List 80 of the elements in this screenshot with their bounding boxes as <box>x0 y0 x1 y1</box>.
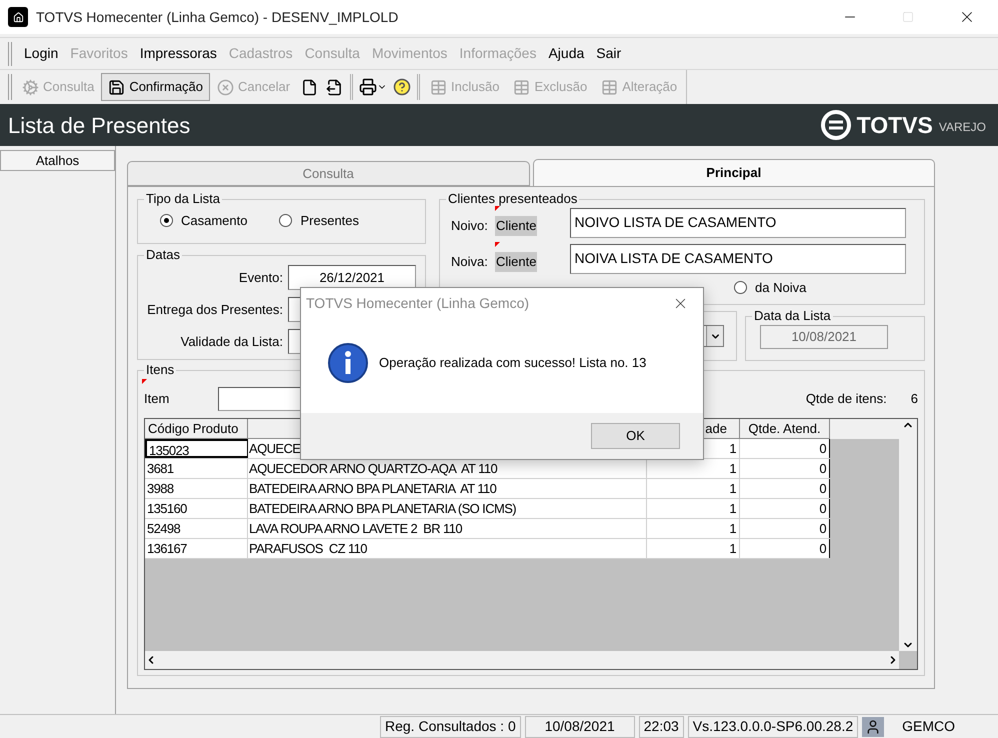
window-title: TOTVS Homecenter (Linha Gemco) - DESENV_IMPLOLD <box>36 8 398 27</box>
tab[interactable]: Consulta <box>127 161 530 186</box>
item-count: 6 <box>910 390 918 408</box>
count-label: Qtde de itens: <box>806 390 887 408</box>
table-cell: 1 <box>647 519 740 538</box>
table-cell: 0 <box>740 519 830 538</box>
field-label: Noivo: <box>451 217 489 236</box>
radio-button[interactable] <box>160 214 173 228</box>
status-text: GEMCO <box>901 717 956 736</box>
field-label: Entrega dos Presentes: <box>146 300 284 319</box>
group-label: Datas <box>145 248 181 262</box>
logo-name: TOTVS <box>856 110 933 140</box>
tab[interactable]: Principal <box>532 159 935 186</box>
radio-label: da Noiva <box>755 279 806 297</box>
table-cell: 0 <box>740 479 830 498</box>
document-export-icon <box>326 78 344 96</box>
status-text: 22:03 <box>638 716 684 738</box>
table-cell: BATEDEIRA ARNO BPA PLANETARIA AT 110 <box>248 479 647 498</box>
group-label: Itens <box>145 363 176 377</box>
radio-label: Presentes <box>300 212 360 230</box>
name-field[interactable]: NOIVO LISTA DE CASAMENTO <box>570 208 906 238</box>
name-field[interactable]: NOIVA LISTA DE CASAMENTO <box>570 244 906 274</box>
table-cell[interactable]: 136167 <box>145 539 248 558</box>
field-label: Noiva: <box>451 253 489 272</box>
table-cell[interactable]: 3681 <box>145 459 248 478</box>
ok-button[interactable]: OK <box>591 423 680 449</box>
table-cell: 0 <box>740 499 830 518</box>
client-tag: Cliente <box>495 216 538 236</box>
sidebar-header[interactable]: Atalhos <box>0 150 115 171</box>
logo-icon <box>820 110 851 140</box>
group-label: Clientes presenteados <box>447 192 578 206</box>
info-icon <box>327 342 369 384</box>
column-header[interactable]: Código Produto <box>145 419 248 439</box>
status-text: 10/08/2021 <box>524 716 635 738</box>
table-cell[interactable]: 52498 <box>145 519 248 538</box>
table-icon <box>430 78 448 96</box>
horizontal-scrollbar[interactable] <box>145 651 899 669</box>
menu-item[interactable]: Impressoras <box>134 43 223 64</box>
client-tag: Cliente <box>495 252 538 272</box>
table-cell[interactable]: 3988 <box>145 479 248 498</box>
radio-button[interactable] <box>279 214 292 228</box>
app-icon <box>8 7 28 27</box>
table-cell: BATEDEIRA ARNO BPA PLANETARIA (SO ICMS) <box>248 499 647 518</box>
table-cell: 0 <box>740 439 830 458</box>
table-cell: 1 <box>647 499 740 518</box>
dialog-title: TOTVS Homecenter (Linha Gemco) <box>306 294 530 313</box>
table-icon <box>513 78 530 96</box>
help-icon <box>393 78 412 96</box>
table-icon <box>601 78 618 96</box>
user-icon <box>862 716 884 736</box>
table-cell: 1 <box>647 479 740 498</box>
page-title: Lista de Presentes <box>8 112 190 140</box>
status-text: Vs.123.0.0.0-SP6.00.28.2 <box>688 716 858 738</box>
menu-item[interactable]: Login <box>18 43 64 64</box>
table-cell: LAVA ROUPA ARNO LAVETE 2 BR 110 <box>248 519 647 538</box>
table-cell: PARAFUSOS CZ 110 <box>248 539 647 558</box>
group-label: Tipo da Lista <box>145 192 221 206</box>
gear-icon <box>22 78 39 96</box>
document-icon <box>301 78 318 96</box>
field-label: Evento: <box>238 268 284 287</box>
cancel-icon <box>217 78 234 96</box>
table-cell: 1 <box>647 539 740 558</box>
status-text: Reg. Consultados : 0 <box>380 716 521 738</box>
radio-button[interactable] <box>734 281 747 294</box>
table-cell: 0 <box>740 459 830 478</box>
logo-tagline: VAREJO <box>938 119 986 136</box>
printer-icon <box>359 78 378 96</box>
group-label: Data da Lista <box>753 309 832 323</box>
toolbar-button[interactable]: Confirmação <box>101 73 210 101</box>
date-field[interactable]: 10/08/2021 <box>760 325 888 349</box>
vertical-scrollbar[interactable] <box>899 419 917 651</box>
menu-item[interactable]: Ajuda <box>542 43 590 64</box>
table-cell: 0 <box>740 539 830 558</box>
menu-item[interactable]: Sair <box>590 43 628 64</box>
table-cell[interactable]: 135023 <box>145 439 248 458</box>
radio-label: Casamento <box>181 212 248 230</box>
field-label: Validade da Lista: <box>180 332 284 351</box>
dialog-message: Operação realizada com sucesso! Lista no. 13 <box>379 354 646 372</box>
table-cell[interactable]: 135160 <box>145 499 248 518</box>
field-label: Item <box>144 390 170 408</box>
